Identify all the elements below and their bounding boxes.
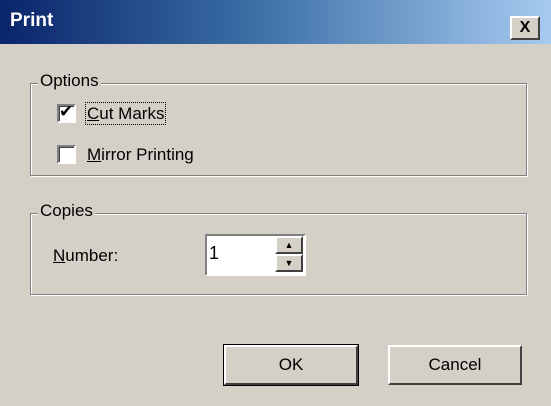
- ok-button[interactable]: OK: [223, 344, 359, 386]
- cut-marks-label: Cut Marks: [84, 102, 167, 125]
- mirror-printing-checkbox[interactable]: [57, 145, 76, 164]
- mirror-printing-label: Mirror Printing: [87, 145, 194, 164]
- print-dialog: Print X Options ✔ Cut Marks Mirror Print…: [0, 0, 551, 406]
- title-bar: Print X: [0, 0, 551, 44]
- close-icon: X: [519, 19, 531, 36]
- close-button[interactable]: X: [510, 16, 540, 40]
- cancel-label: Cancel: [428, 355, 482, 374]
- arrow-up-icon: ▲: [284, 240, 294, 250]
- cut-marks-checkbox[interactable]: ✔: [57, 102, 76, 123]
- cut-marks-text: Cut Marks: [84, 102, 167, 125]
- mirror-printing-row[interactable]: Mirror Printing: [57, 145, 297, 169]
- spin-down-button[interactable]: ▼: [275, 254, 303, 272]
- cancel-button[interactable]: Cancel: [388, 345, 522, 385]
- number-spinbox[interactable]: ▲ ▼: [205, 234, 306, 276]
- options-legend: Options: [38, 71, 101, 91]
- dialog-title: Print: [10, 10, 54, 31]
- arrow-down-icon: ▼: [284, 258, 294, 268]
- checkmark-icon: ✔: [59, 102, 74, 121]
- ok-label: OK: [278, 355, 304, 374]
- number-input[interactable]: [209, 240, 269, 266]
- cut-marks-row[interactable]: ✔ Cut Marks: [57, 102, 297, 128]
- number-label: Number:: [53, 246, 119, 265]
- copies-legend: Copies: [38, 201, 95, 221]
- spin-up-button[interactable]: ▲: [275, 236, 303, 254]
